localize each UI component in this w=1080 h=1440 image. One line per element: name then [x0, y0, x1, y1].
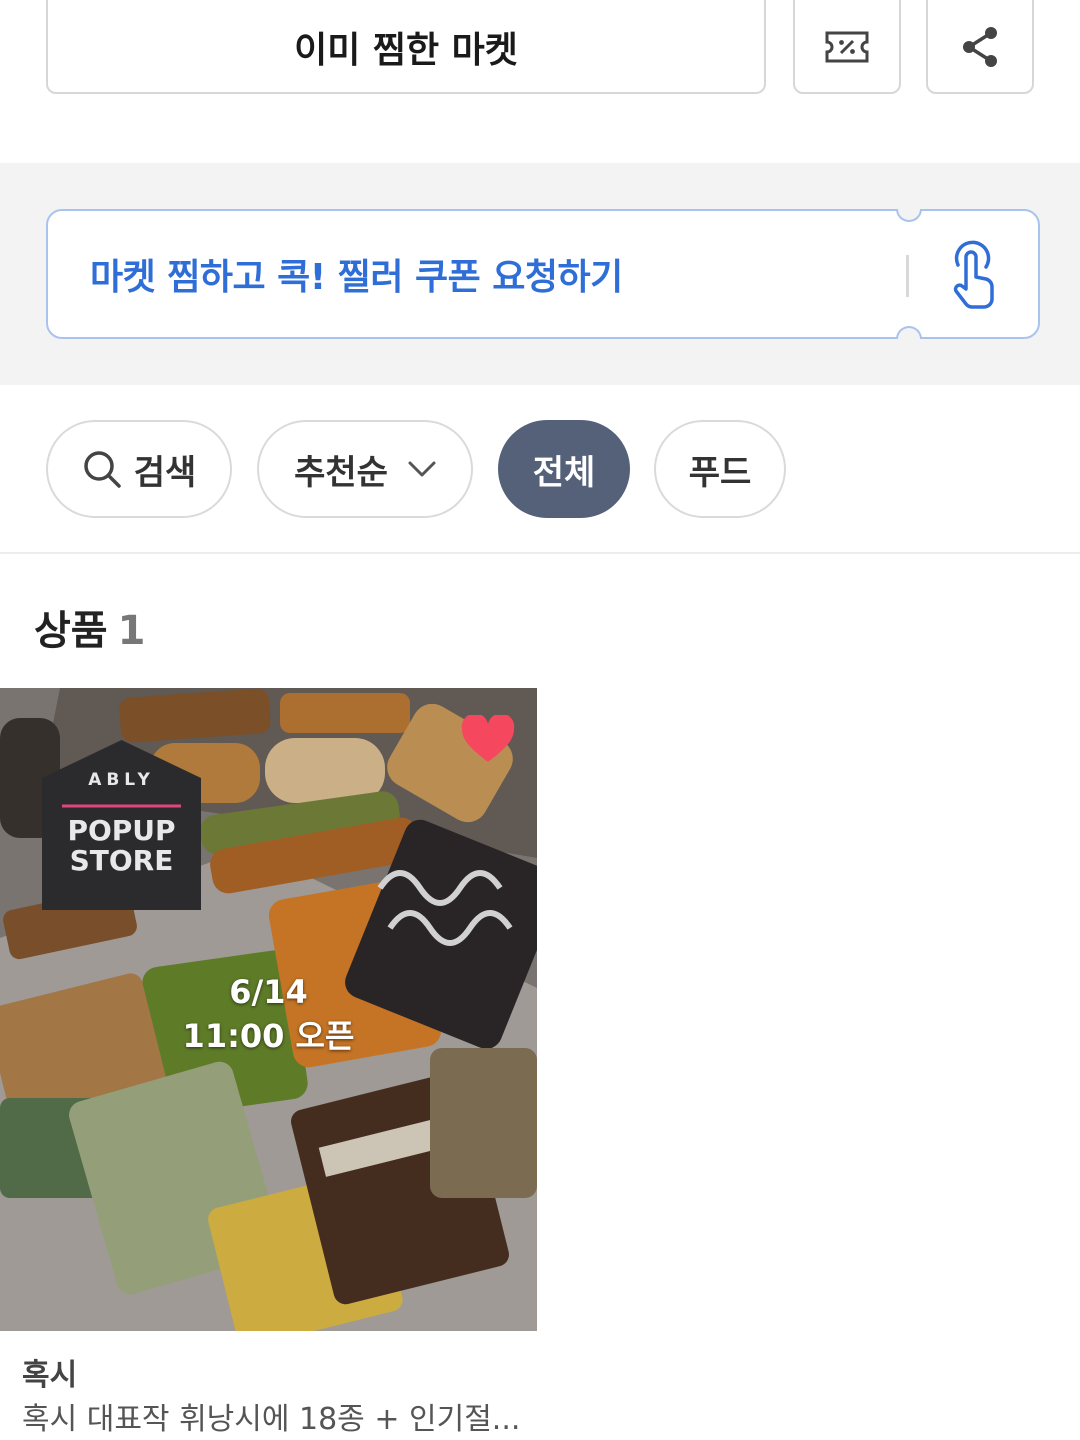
coupon-band: 마켓 찜하고 콕! 찔러 쿠폰 요청하기: [0, 163, 1080, 385]
ticket-divider: [906, 255, 909, 297]
sort-dropdown[interactable]: 추천순: [257, 420, 473, 518]
ticket-notch: [896, 209, 922, 222]
badge-brand: ABLY: [88, 770, 155, 790]
search-icon: [83, 451, 121, 488]
favorited-market-label: 이미 찜한 마켓: [294, 30, 518, 71]
tap-hand-icon: [953, 240, 994, 309]
share-icon: [963, 27, 997, 67]
popup-store-badge: ABLY POPUP STORE: [42, 740, 201, 910]
heart-icon[interactable]: [460, 715, 516, 765]
sort-label: 추천순: [294, 452, 388, 493]
filter-bar: 검색 추천순 전체 푸드: [0, 420, 1080, 520]
open-date: 6/14: [229, 973, 308, 1011]
coupon-icon: [825, 31, 869, 63]
category-chip-label: 푸드: [688, 452, 752, 493]
favorited-market-button[interactable]: 이미 찜한 마켓: [46, 0, 766, 94]
product-title[interactable]: 혹시 대표작 휘낭시에 18종 + 인기절...: [22, 1394, 522, 1438]
badge-line-store: STORE: [69, 844, 174, 877]
chevron-down-icon: [408, 461, 436, 477]
open-time: 11:00 오픈: [182, 1017, 355, 1055]
product-shop-name[interactable]: 혹시: [22, 1350, 77, 1394]
product-count-heading: 상품 1: [34, 598, 145, 656]
product-image[interactable]: ABLY POPUP STORE 6/14 11:00 오픈: [0, 688, 537, 1331]
coupon-button[interactable]: [793, 0, 901, 94]
category-chip-label: 전체: [532, 452, 596, 493]
search-chip[interactable]: 검색: [46, 420, 232, 518]
category-chip-all[interactable]: 전체: [498, 420, 630, 518]
open-schedule: 6/14 11:00 오픈: [0, 970, 537, 1058]
coupon-request-banner[interactable]: 마켓 찜하고 콕! 찔러 쿠폰 요청하기: [46, 209, 1040, 339]
share-button[interactable]: [926, 0, 1034, 94]
category-chip-food[interactable]: 푸드: [654, 420, 786, 518]
search-chip-label: 검색: [133, 452, 197, 493]
badge-line-popup: POPUP: [67, 814, 176, 847]
section-divider: [0, 552, 1080, 554]
product-count: 1: [117, 608, 146, 654]
ticket-notch: [896, 326, 922, 339]
market-actions: 이미 찜한 마켓: [0, 0, 1080, 130]
coupon-request-text: 마켓 찜하고 콕! 찔러 쿠폰 요청하기: [90, 257, 623, 298]
section-label: 상품: [34, 608, 108, 654]
